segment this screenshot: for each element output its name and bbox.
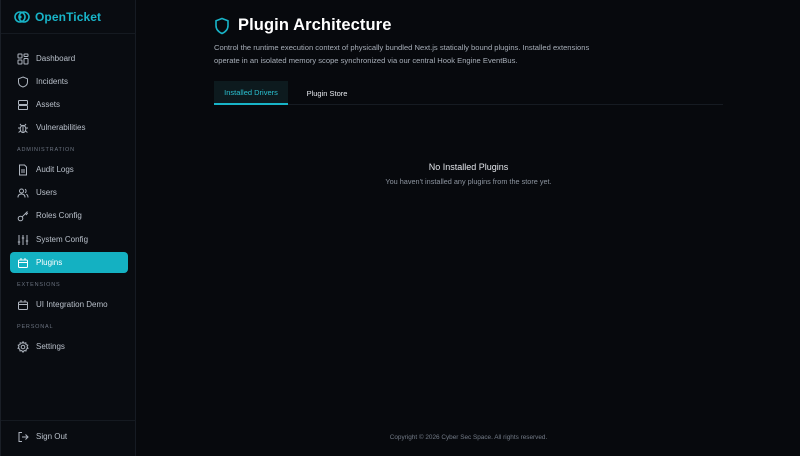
- sign-out-button[interactable]: Sign Out: [10, 426, 128, 447]
- file-icon: [17, 164, 29, 176]
- sidebar-item-system-config[interactable]: System Config: [10, 229, 128, 250]
- brand-name: OpenTicket: [35, 9, 102, 24]
- sidebar-item-label: Plugins: [36, 258, 63, 267]
- sidebar-item-users[interactable]: Users: [10, 182, 128, 203]
- shield-icon: [215, 17, 229, 34]
- sidebar: OpenTicket Dashboard Incidents Assets Vu…: [0, 0, 136, 456]
- sidebar-item-label: Incidents: [36, 77, 69, 86]
- page-title: Plugin Architecture: [238, 16, 392, 34]
- plugin-icon: [17, 299, 29, 311]
- sidebar-item-label: UI Integration Demo: [36, 300, 108, 309]
- sign-out-label: Sign Out: [36, 432, 68, 441]
- sidebar-item-label: Audit Logs: [36, 165, 74, 174]
- section-label-administration: ADMINISTRATION: [17, 147, 75, 153]
- dashboard-icon: [17, 53, 29, 65]
- sidebar-item-ui-integration-demo[interactable]: UI Integration Demo: [10, 294, 128, 315]
- brand[interactable]: OpenTicket: [1, 0, 136, 34]
- sidebar-item-label: Vulnerabilities: [36, 123, 86, 132]
- shield-icon: [17, 75, 29, 88]
- section-label-personal: PERSONAL: [17, 324, 54, 330]
- sidebar-item-incidents[interactable]: Incidents: [10, 71, 128, 92]
- sidebar-item-label: Dashboard: [36, 54, 76, 63]
- sidebar-item-vulnerabilities[interactable]: Vulnerabilities: [10, 117, 128, 138]
- server-icon: [17, 99, 29, 111]
- sidebar-item-assets[interactable]: Assets: [10, 94, 128, 115]
- sliders-icon: [17, 234, 29, 246]
- sidebar-item-audit-logs[interactable]: Audit Logs: [10, 159, 128, 180]
- gear-icon: [17, 340, 29, 353]
- users-icon: [17, 187, 29, 199]
- tab-installed-drivers[interactable]: Installed Drivers: [214, 81, 288, 105]
- key-icon: [17, 210, 29, 222]
- empty-state-title: No Installed Plugins: [428, 162, 509, 172]
- sidebar-item-roles-config[interactable]: Roles Config: [10, 205, 128, 226]
- tab-bar: Installed Drivers Plugin Store: [214, 81, 723, 105]
- section-label-extensions: EXTENSIONS: [17, 282, 61, 288]
- logo-icon: [14, 10, 30, 23]
- sidebar-item-settings[interactable]: Settings: [10, 336, 128, 357]
- sidebar-item-plugins[interactable]: Plugins: [10, 252, 128, 273]
- sidebar-item-label: Users: [36, 188, 57, 197]
- empty-state-subtitle: You haven't installed any plugins from t…: [385, 177, 552, 186]
- plugin-icon: [17, 257, 29, 269]
- sidebar-item-label: Assets: [36, 100, 61, 109]
- footer-copyright: Copyright © 2026 Cyber Sec Space. All ri…: [389, 434, 548, 441]
- bug-icon: [17, 122, 29, 134]
- page-header: Plugin Architecture: [214, 16, 391, 35]
- main-content: Plugin Architecture Control the runtime …: [137, 0, 800, 456]
- sidebar-item-dashboard[interactable]: Dashboard: [10, 48, 128, 69]
- page-description: Control the runtime execution context of…: [214, 43, 590, 65]
- sidebar-item-label: System Config: [36, 235, 89, 244]
- sign-out-icon: [17, 431, 29, 443]
- sidebar-item-label: Roles Config: [36, 211, 82, 220]
- sidebar-item-label: Settings: [36, 342, 65, 351]
- tab-plugin-store[interactable]: Plugin Store: [297, 81, 357, 105]
